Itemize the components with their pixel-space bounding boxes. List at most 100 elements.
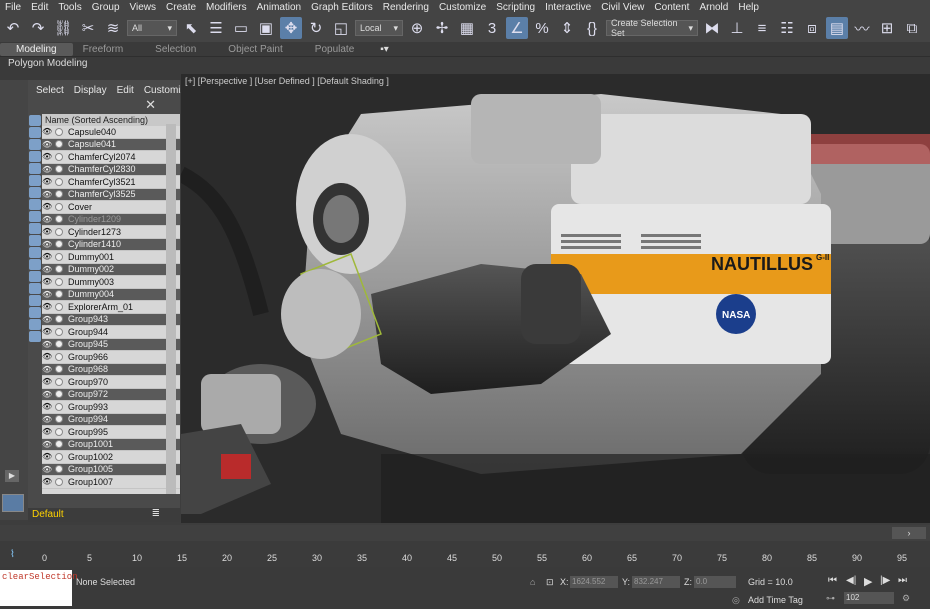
- list-item[interactable]: 👁 Dummy003: [42, 276, 180, 289]
- freeze-toggle-icon[interactable]: [55, 402, 63, 411]
- explorer-menu-select[interactable]: Select: [36, 85, 64, 96]
- display-helpers-icon[interactable]: [29, 163, 41, 174]
- list-item[interactable]: 👁 Dummy001: [42, 251, 180, 264]
- visibility-eye-icon[interactable]: 👁: [42, 390, 52, 399]
- display-containers-icon[interactable]: [29, 223, 41, 234]
- tab-object-paint[interactable]: Object Paint: [218, 44, 304, 55]
- visibility-eye-icon[interactable]: 👁: [42, 427, 52, 436]
- selection-set-dropdown[interactable]: Create Selection Set ▾: [606, 18, 698, 38]
- z-coord-field[interactable]: 0.0: [694, 576, 736, 588]
- absolute-mode-icon[interactable]: ⊡: [546, 577, 554, 588]
- list-item[interactable]: 👁 ExplorerArm_01: [42, 301, 180, 314]
- play-icon[interactable]: ▶: [864, 575, 872, 588]
- menu-scripting[interactable]: Scripting: [491, 2, 540, 13]
- bind-space-warp-icon[interactable]: ≋: [102, 17, 124, 39]
- freeze-toggle-icon[interactable]: [55, 190, 63, 199]
- display-cameras-icon[interactable]: [29, 151, 41, 162]
- next-frame-icon[interactable]: |▶: [880, 575, 890, 586]
- visibility-eye-icon[interactable]: 👁: [42, 152, 52, 161]
- align-icon[interactable]: ⊥: [726, 17, 748, 39]
- freeze-toggle-icon[interactable]: [55, 252, 63, 261]
- visibility-eye-icon[interactable]: 👁: [42, 315, 52, 324]
- visibility-eye-icon[interactable]: 👁: [42, 402, 52, 411]
- tab-modeling[interactable]: Modeling: [0, 42, 73, 56]
- list-item[interactable]: 👁 Group1007: [42, 476, 180, 489]
- freeze-toggle-icon[interactable]: [55, 365, 63, 374]
- list-item[interactable]: 👁 Group1005: [42, 463, 180, 476]
- unlink-icon[interactable]: ✂: [77, 17, 99, 39]
- visibility-eye-icon[interactable]: 👁: [42, 290, 52, 299]
- maxscript-listener[interactable]: clearSelection: [0, 570, 78, 606]
- select-manipulate-icon[interactable]: ✢: [431, 17, 453, 39]
- menu-customize[interactable]: Customize: [434, 2, 491, 13]
- menu-file[interactable]: File: [0, 2, 26, 13]
- display-influences-icon[interactable]: [29, 307, 41, 318]
- list-item[interactable]: 👁 Group944: [42, 326, 180, 339]
- pivot-icon[interactable]: ⊕: [406, 17, 428, 39]
- material-editor-icon[interactable]: ⧉: [901, 17, 923, 39]
- time-slider-right-arrow-icon[interactable]: ›: [892, 527, 926, 539]
- display-bones-icon[interactable]: [29, 211, 41, 222]
- select-icon[interactable]: ⬉: [180, 17, 202, 39]
- edit-named-sets-icon[interactable]: {}: [581, 17, 603, 39]
- timeline-ruler[interactable]: ⌇ 0 5 10 15 20 25 30 35 40 45 50 55 60 65 70 75 80 85 90 95: [0, 541, 930, 567]
- visibility-eye-icon[interactable]: 👁: [42, 190, 52, 199]
- list-item[interactable]: 👁 Group972: [42, 388, 180, 401]
- menu-interactive[interactable]: Interactive: [540, 2, 596, 13]
- menu-graph-editors[interactable]: Graph Editors: [306, 2, 378, 13]
- previous-frame-icon[interactable]: ◀|: [846, 575, 856, 586]
- freeze-toggle-icon[interactable]: [55, 427, 63, 436]
- layer-folder-icon[interactable]: [29, 331, 41, 342]
- freeze-toggle-icon[interactable]: [55, 352, 63, 361]
- display-children-icon[interactable]: [29, 295, 41, 306]
- list-item[interactable]: 👁 ChamferCyl2074: [42, 151, 180, 164]
- display-shapes-icon[interactable]: [29, 127, 41, 138]
- visibility-eye-icon[interactable]: 👁: [42, 352, 52, 361]
- visibility-eye-icon[interactable]: 👁: [42, 277, 52, 286]
- angle-snap-icon[interactable]: ∠: [506, 17, 528, 39]
- scale-icon[interactable]: ◱: [330, 17, 352, 39]
- list-item[interactable]: 👁 Group945: [42, 338, 180, 351]
- polygon-modeling-panel[interactable]: Polygon Modeling: [0, 56, 930, 70]
- menu-rendering[interactable]: Rendering: [378, 2, 434, 13]
- list-item[interactable]: 👁 Group943: [42, 313, 180, 326]
- filter-funnel-icon[interactable]: [29, 319, 41, 330]
- link-icon[interactable]: ⛓: [52, 17, 74, 39]
- x-coord-field[interactable]: 1624.552: [570, 576, 618, 588]
- key-mode-icon[interactable]: ⊶: [826, 593, 835, 604]
- visibility-eye-icon[interactable]: 👁: [42, 165, 52, 174]
- freeze-toggle-icon[interactable]: [55, 327, 63, 336]
- list-item[interactable]: 👁 Group966: [42, 351, 180, 364]
- time-slider-track[interactable]: ›: [0, 525, 930, 541]
- menu-modifiers[interactable]: Modifiers: [201, 2, 252, 13]
- menu-edit[interactable]: Edit: [26, 2, 53, 13]
- list-item[interactable]: 👁 Group1002: [42, 451, 180, 464]
- schematic-view-icon[interactable]: ⊞: [876, 17, 898, 39]
- rotate-icon[interactable]: ↻: [305, 17, 327, 39]
- layer-stack-icon[interactable]: ≣: [148, 508, 160, 519]
- visibility-eye-icon[interactable]: 👁: [42, 477, 52, 486]
- visibility-eye-icon[interactable]: 👁: [42, 440, 52, 449]
- visibility-eye-icon[interactable]: 👁: [42, 202, 52, 211]
- visibility-eye-icon[interactable]: 👁: [42, 215, 52, 224]
- perspective-viewport[interactable]: [+] [Perspective ] [User Defined ] [Defa…: [181, 74, 930, 523]
- viewport-thumbnail[interactable]: [2, 494, 24, 512]
- menu-views[interactable]: Views: [125, 2, 162, 13]
- visibility-eye-icon[interactable]: 👁: [42, 377, 52, 386]
- visibility-eye-icon[interactable]: 👁: [42, 302, 52, 311]
- go-to-end-icon[interactable]: ⏭: [898, 575, 907, 586]
- freeze-toggle-icon[interactable]: [55, 340, 63, 349]
- active-layer-label[interactable]: Default: [28, 509, 64, 520]
- visibility-eye-icon[interactable]: 👁: [42, 465, 52, 474]
- freeze-toggle-icon[interactable]: [55, 390, 63, 399]
- percent-snap-icon[interactable]: %: [531, 17, 553, 39]
- visibility-eye-icon[interactable]: 👁: [42, 365, 52, 374]
- freeze-toggle-icon[interactable]: [55, 302, 63, 311]
- list-item[interactable]: 👁 Cylinder1410: [42, 238, 180, 251]
- list-item[interactable]: 👁 Dummy004: [42, 288, 180, 301]
- reference-coord-dropdown[interactable]: Local ▾: [355, 20, 403, 36]
- display-geometry-icon[interactable]: [29, 115, 41, 126]
- add-time-tag[interactable]: Add Time Tag: [748, 595, 803, 605]
- display-invert-icon[interactable]: [29, 283, 41, 294]
- keyboard-shortcut-icon[interactable]: ▦: [456, 17, 478, 39]
